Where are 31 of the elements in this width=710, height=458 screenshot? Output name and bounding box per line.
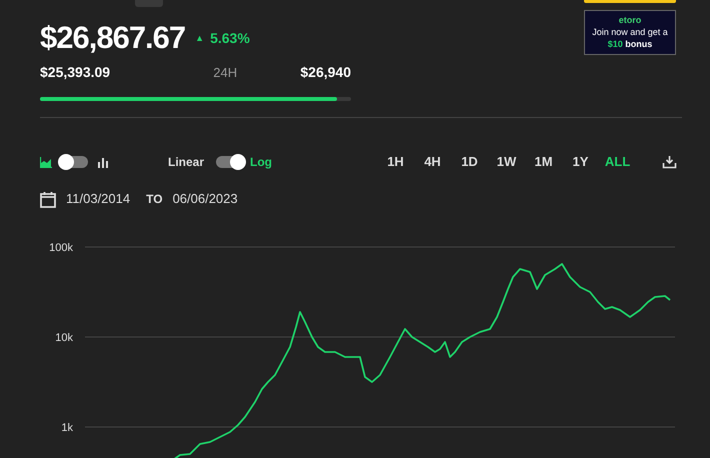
scale-option[interactable]: Log [250,153,272,171]
range-label: 24H [213,64,238,82]
download-icon[interactable] [662,155,677,169]
time-range-tab[interactable]: 1H [377,152,414,172]
time-range-tab[interactable]: 1D [451,152,488,172]
scale-toggle[interactable] [216,156,244,168]
time-range-tab[interactable]: 1M [525,152,562,172]
ad-text: Join now and get a [591,26,669,38]
date-separator: TO [146,191,163,208]
end-date[interactable]: 06/06/2023 [172,189,238,209]
bar-chart-icon[interactable] [97,156,109,168]
low-price: $25,393.09 [40,63,110,82]
y-axis-label: 100k [49,242,73,254]
area-chart-icon[interactable] [40,156,52,168]
calendar-icon[interactable] [40,190,56,208]
time-range-tab[interactable]: 4H [414,152,451,172]
bonus-amount: $10 [608,39,623,49]
y-axis-label: 1k [61,422,73,434]
time-range-tab[interactable]: 1Y [562,152,599,172]
bonus-word: bonus [625,39,652,49]
y-axis-label: 10k [55,332,73,344]
ad-banner[interactable]: etoro Join now and get a $10 bonus [584,10,676,55]
start-date[interactable]: 11/03/2014 [66,189,130,209]
price-value: $26,867.67 [40,20,186,56]
price-change: $^{▲}$ 5.63% [195,28,250,48]
chart-type-toggle[interactable] [60,156,88,168]
time-range-tab[interactable]: 1W [488,152,525,172]
time-range-tab[interactable]: ALL [599,152,636,172]
high-price: $26,940 [300,63,351,82]
scale-option[interactable]: Linear [168,153,204,171]
brand-logo: etoro [618,14,642,26]
